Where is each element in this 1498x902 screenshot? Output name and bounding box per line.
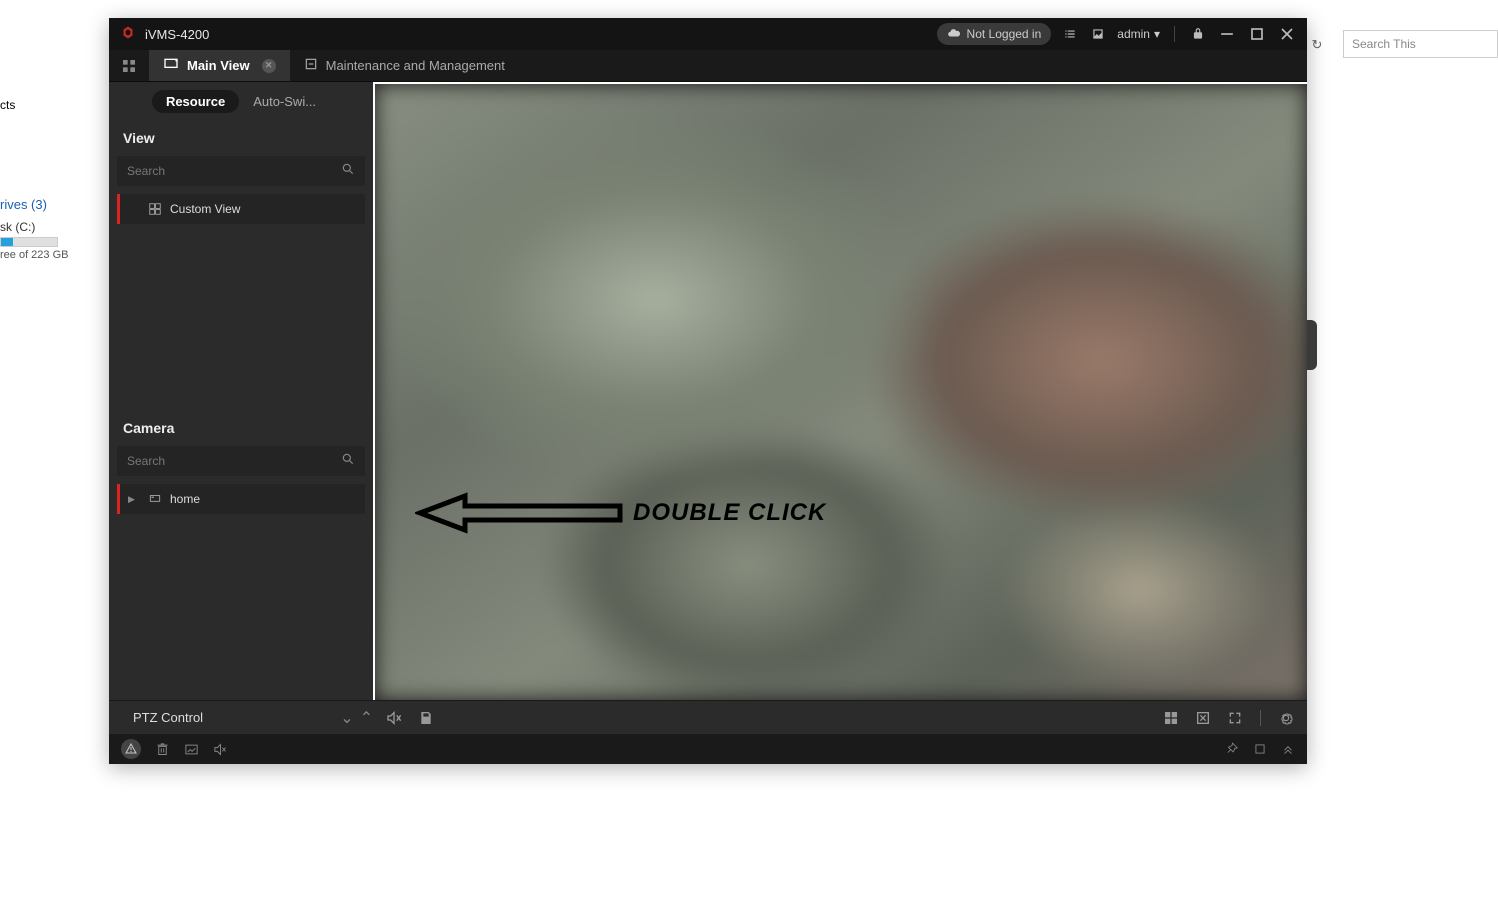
app-title: iVMS-4200 [145,27,209,42]
camera-home-item[interactable]: ▶ home [117,484,365,514]
view-search-box[interactable] [117,156,365,186]
pin-icon[interactable] [1225,742,1239,756]
view-section: View Custom View [109,120,373,410]
titlebar: iVMS-4200 Not Logged in admin ▾ [109,18,1307,50]
device-icon [148,492,162,506]
sidebar-subtabs: Resource Auto-Swi... [109,82,373,120]
close-button[interactable] [1277,24,1297,44]
view-header: View [109,120,373,156]
alert-icon[interactable] [121,739,141,759]
restore-window-icon[interactable] [1253,742,1267,756]
app-logo-icon [119,25,137,43]
gear-icon[interactable] [1277,709,1295,727]
fullscreen-icon[interactable] [1226,709,1244,727]
explorer-search-input[interactable]: Search This [1343,30,1498,58]
cloud-icon [947,26,961,43]
search-icon[interactable] [341,162,355,181]
minimize-button[interactable] [1217,24,1237,44]
sound-off-icon[interactable] [213,742,228,757]
app-window: iVMS-4200 Not Logged in admin ▾ [109,18,1307,764]
subtab-resource[interactable]: Resource [152,90,239,113]
apps-grid-icon[interactable] [109,50,149,81]
expand-icon[interactable]: ▶ [128,494,135,505]
tab-main-view[interactable]: Main View ✕ [149,50,290,81]
ptz-bar: PTZ Control ⌄ ⌃ [109,700,1307,734]
camera-search-box[interactable] [117,446,365,476]
chevron-down-icon[interactable]: ⌄ [340,708,353,728]
login-status-text: Not Logged in [967,27,1042,41]
search-icon[interactable] [341,452,355,471]
sidebar: Resource Auto-Swi... View Custom View Ca… [109,82,373,700]
layout-grid-icon[interactable] [1162,709,1180,727]
statusbar [109,734,1307,764]
camera-search-input[interactable] [127,454,341,468]
tab-main-view-label: Main View [187,58,250,73]
view-grid-icon [148,202,162,216]
camera-home-label: home [170,492,200,506]
view-search-input[interactable] [127,164,341,178]
ptz-label: PTZ Control [133,710,203,725]
monitor-icon [163,56,179,75]
disk-label: sk (C:) [0,220,35,234]
disk-usage-bar [0,237,58,247]
mute-icon[interactable] [385,709,403,727]
user-dropdown[interactable]: admin ▾ [1117,27,1160,41]
main-area: Resource Auto-Swi... View Custom View Ca… [109,82,1307,700]
camera-header: Camera [109,410,373,446]
subtab-autoswitch[interactable]: Auto-Swi... [239,90,330,113]
maintenance-icon [304,57,318,74]
disk-free-label: ree of 223 GB [0,249,69,261]
tab-maintenance[interactable]: Maintenance and Management [290,50,519,81]
list-icon[interactable] [1061,25,1079,43]
trash-icon[interactable] [155,742,170,757]
stop-all-icon[interactable] [1194,709,1212,727]
explorer-text-cts: cts [0,98,15,112]
collapse-up-icon[interactable] [1281,742,1295,756]
custom-view-item[interactable]: Custom View [117,194,365,224]
video-feed-blurred [375,84,1307,700]
tab-close-icon[interactable]: ✕ [262,59,276,73]
login-status-pill[interactable]: Not Logged in [937,23,1052,45]
separator [1260,710,1261,726]
custom-view-label: Custom View [170,202,240,216]
lock-icon[interactable] [1189,25,1207,43]
tab-maintenance-label: Maintenance and Management [326,58,505,73]
tabbar: Main View ✕ Maintenance and Management [109,50,1307,82]
chevron-down-icon: ▾ [1154,27,1160,41]
camera-section: Camera ▶ home [109,410,373,700]
drives-label: rives (3) [0,197,47,212]
save-icon[interactable] [417,709,435,727]
chevron-up-icon[interactable]: ⌃ [360,708,373,728]
video-area[interactable]: DOUBLE CLICK [373,82,1307,700]
picture-icon[interactable] [184,742,199,757]
sidebar-collapse-handle[interactable] [1307,320,1317,370]
maximize-button[interactable] [1247,24,1267,44]
separator [1174,26,1175,42]
picture-icon[interactable] [1089,25,1107,43]
refresh-icon[interactable]: ↻ [1305,33,1329,57]
user-name-text: admin [1117,27,1150,41]
